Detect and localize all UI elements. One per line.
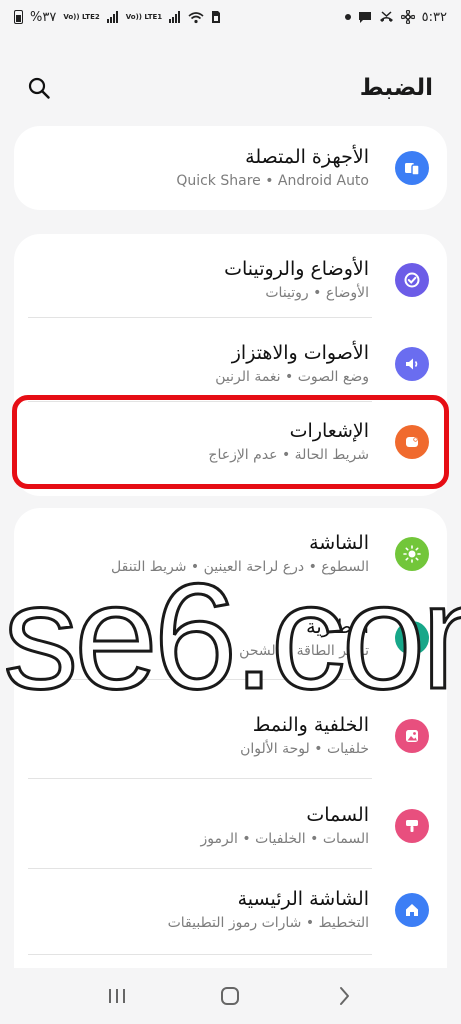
item-title: الشاشة	[309, 532, 369, 554]
back-icon	[340, 987, 350, 1005]
item-subtitle: السطوع • درع لراحة العينين • شريط التنقل	[111, 559, 369, 575]
status-right: ٥:٣٢	[344, 9, 447, 25]
item-subtitle: Quick Share • Android Auto	[176, 173, 369, 189]
item-title: السمات	[306, 804, 369, 826]
modes-routines-icon	[395, 263, 429, 297]
item-subtitle: وضع الصوت • نغمة الرنين	[215, 369, 369, 385]
item-title: الأصوات والاهتزاز	[231, 342, 369, 364]
notifications-icon	[395, 425, 429, 459]
battery-percentage: %٣٧	[30, 9, 57, 25]
settings-item-sounds-vibration[interactable]: الأصوات والاهتزاز وضع الصوت • نغمة الرني…	[14, 322, 447, 406]
battery-status-icon	[14, 10, 23, 24]
wifi-icon	[188, 11, 204, 23]
item-title: البطارية	[306, 616, 369, 638]
settings-group-connections: الأجهزة المتصلة Quick Share • Android Au…	[14, 126, 447, 210]
settings-item-modes-routines[interactable]: الأوضاع والروتينات الأوضاع • روتينات	[14, 238, 447, 322]
home-icon	[221, 987, 240, 1005]
status-left: %٣٧ Vo)) LTE2 Vo)) LTE1	[14, 10, 221, 25]
item-subtitle: خلفيات • لوحة الألوان	[240, 741, 369, 757]
lte1-indicator: Vo)) LTE1	[125, 13, 163, 21]
clock: ٥:٣٢	[421, 9, 447, 25]
pinwheel-icon	[400, 10, 415, 24]
item-title: الإشعارات	[289, 420, 369, 442]
recent-apps-button[interactable]	[97, 976, 137, 1016]
signal-icon	[169, 11, 181, 23]
settings-item-notifications[interactable]: الإشعارات شريط الحالة • عدم الإزعاج	[14, 400, 447, 484]
sound-icon	[395, 347, 429, 381]
connected-devices-icon	[395, 151, 429, 185]
item-subtitle: السمات • الخلفيات • الرموز	[200, 831, 369, 847]
settings-group-alerts: الأوضاع والروتينات الأوضاع • روتينات الأ…	[14, 234, 447, 496]
divider	[28, 317, 372, 318]
message-icon	[358, 11, 371, 23]
missed-call-icon	[379, 10, 393, 22]
back-button[interactable]	[324, 976, 364, 1016]
divider	[28, 679, 372, 680]
wallpaper-icon	[395, 719, 429, 753]
settings-group-display: الشاشة السطوع • درع لراحة العينين • شريط…	[14, 508, 447, 968]
item-subtitle: توفير الطاقة • الشحن	[239, 643, 369, 659]
header: الضبط	[0, 60, 461, 116]
home-button[interactable]	[210, 976, 250, 1016]
home-screen-icon	[395, 893, 429, 927]
divider	[28, 778, 372, 779]
page-title: الضبط	[359, 75, 433, 101]
settings-item-home-screen[interactable]: الشاشة الرئيسية التخطيط • شارات رموز الت…	[14, 868, 447, 952]
settings-item-display[interactable]: الشاشة السطوع • درع لراحة العينين • شريط…	[14, 512, 447, 596]
recent-apps-icon	[108, 989, 125, 1003]
signal-icon	[106, 11, 118, 23]
item-title: الشاشة الرئيسية	[237, 888, 369, 910]
divider	[28, 954, 372, 955]
notification-dot-icon	[344, 14, 351, 20]
search-button[interactable]	[24, 73, 54, 103]
battery-icon	[395, 621, 429, 655]
settings-item-themes[interactable]: السمات السمات • الخلفيات • الرموز	[14, 784, 447, 868]
item-subtitle: التخطيط • شارات رموز التطبيقات	[167, 915, 369, 931]
item-subtitle: الأوضاع • روتينات	[265, 285, 369, 301]
item-title: الأوضاع والروتينات	[224, 258, 369, 280]
settings-item-wallpaper-style[interactable]: الخلفية والنمط خلفيات • لوحة الألوان	[14, 694, 447, 778]
navigation-bar	[0, 968, 461, 1024]
settings-item-battery[interactable]: البطارية توفير الطاقة • الشحن	[14, 596, 447, 680]
sim-card-icon	[212, 11, 221, 23]
themes-icon	[395, 809, 429, 843]
item-subtitle: شريط الحالة • عدم الإزعاج	[208, 447, 369, 463]
search-icon	[28, 77, 50, 99]
settings-item-connected-devices[interactable]: الأجهزة المتصلة Quick Share • Android Au…	[14, 126, 447, 210]
lte2-indicator: Vo)) LTE2	[63, 13, 100, 21]
item-title: الأجهزة المتصلة	[245, 146, 369, 168]
display-icon	[395, 537, 429, 571]
status-bar: %٣٧ Vo)) LTE2 Vo)) LTE1 ٥:٣٢	[0, 0, 461, 34]
item-title: الخلفية والنمط	[252, 714, 369, 736]
